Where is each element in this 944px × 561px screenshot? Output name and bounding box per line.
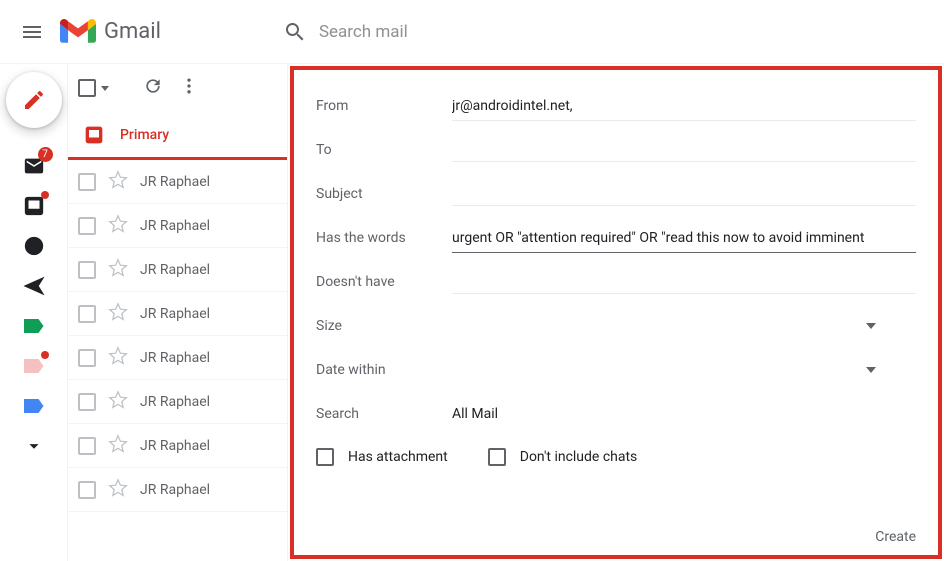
from-input[interactable]: jr@androidintel.net, [452,92,916,121]
doesnt-have-input[interactable] [452,270,916,294]
tab-primary-label: Primary [120,127,169,143]
from-label: From [316,98,452,114]
row-checkbox[interactable] [78,217,96,235]
sender-name: JR Raphael [140,482,210,498]
row-checkbox[interactable] [78,481,96,499]
sender-name: JR Raphael [140,218,210,234]
star-icon[interactable] [108,346,128,370]
subject-label: Subject [316,186,452,202]
row-checkbox[interactable] [78,173,96,191]
email-row[interactable]: JR Raphael [68,424,287,468]
sent-nav-icon[interactable] [18,270,50,302]
gmail-logo: Gmail [56,18,161,46]
row-checkbox[interactable] [78,349,96,367]
email-row[interactable]: JR Raphael [68,204,287,248]
dropdown-caret-icon[interactable] [866,323,876,329]
search-icon[interactable] [271,8,319,56]
refresh-button[interactable] [143,76,163,100]
create-filter-button[interactable]: Create [875,529,916,545]
email-row[interactable]: JR Raphael [68,292,287,336]
search-input[interactable]: Search mail [319,22,408,42]
tab-primary[interactable]: Primary [68,112,287,160]
sender-name: JR Raphael [140,438,210,454]
dont-include-chats-label: Don't include chats [520,449,638,465]
notification-dot [41,351,49,359]
email-row[interactable]: JR Raphael [68,336,287,380]
expand-more-icon[interactable] [18,430,50,462]
select-all-checkbox[interactable] [78,79,109,97]
inbox-nav-icon[interactable]: 7 [18,150,50,182]
email-row[interactable]: JR Raphael [68,248,287,292]
app-name: Gmail [96,19,161,44]
star-icon[interactable] [108,258,128,282]
inbox-badge: 7 [38,147,53,162]
has-attachment-checkbox[interactable]: Has attachment [316,448,448,466]
email-row[interactable]: JR Raphael [68,160,287,204]
row-checkbox[interactable] [78,305,96,323]
sender-name: JR Raphael [140,350,210,366]
star-icon[interactable] [108,478,128,502]
has-words-input[interactable]: urgent OR "attention required" OR "read … [452,224,916,253]
row-checkbox[interactable] [78,437,96,455]
notification-dot [41,191,49,199]
label-blue-icon[interactable] [18,390,50,422]
search-select[interactable]: All Mail [452,400,916,428]
more-button[interactable] [179,76,199,100]
star-icon[interactable] [108,434,128,458]
dont-include-chats-checkbox[interactable]: Don't include chats [488,448,638,466]
dropdown-caret-icon[interactable] [866,367,876,373]
sender-name: JR Raphael [140,306,210,322]
star-icon[interactable] [108,302,128,326]
to-input[interactable] [452,138,916,162]
primary-nav-icon[interactable] [18,190,50,222]
to-label: To [316,142,452,158]
size-label: Size [316,318,452,334]
row-checkbox[interactable] [78,261,96,279]
row-checkbox[interactable] [78,393,96,411]
filter-panel: From jr@androidintel.net, To Subject Has… [290,66,942,559]
star-icon[interactable] [108,214,128,238]
hamburger-menu-button[interactable] [8,8,56,56]
sender-name: JR Raphael [140,174,210,190]
sender-name: JR Raphael [140,394,210,410]
search-label: Search [316,406,452,422]
star-icon[interactable] [108,390,128,414]
star-icon[interactable] [108,170,128,194]
email-row[interactable]: JR Raphael [68,468,287,512]
subject-input[interactable] [452,182,916,206]
sender-name: JR Raphael [140,262,210,278]
doesnt-have-label: Doesn't have [316,274,452,290]
email-row[interactable]: JR Raphael [68,380,287,424]
snoozed-nav-icon[interactable] [18,230,50,262]
has-attachment-label: Has attachment [348,449,448,465]
label-green-icon[interactable] [18,310,50,342]
label-pink-icon[interactable] [18,350,50,382]
date-within-label: Date within [316,362,452,378]
compose-button[interactable] [6,72,62,128]
has-words-label: Has the words [316,230,452,246]
